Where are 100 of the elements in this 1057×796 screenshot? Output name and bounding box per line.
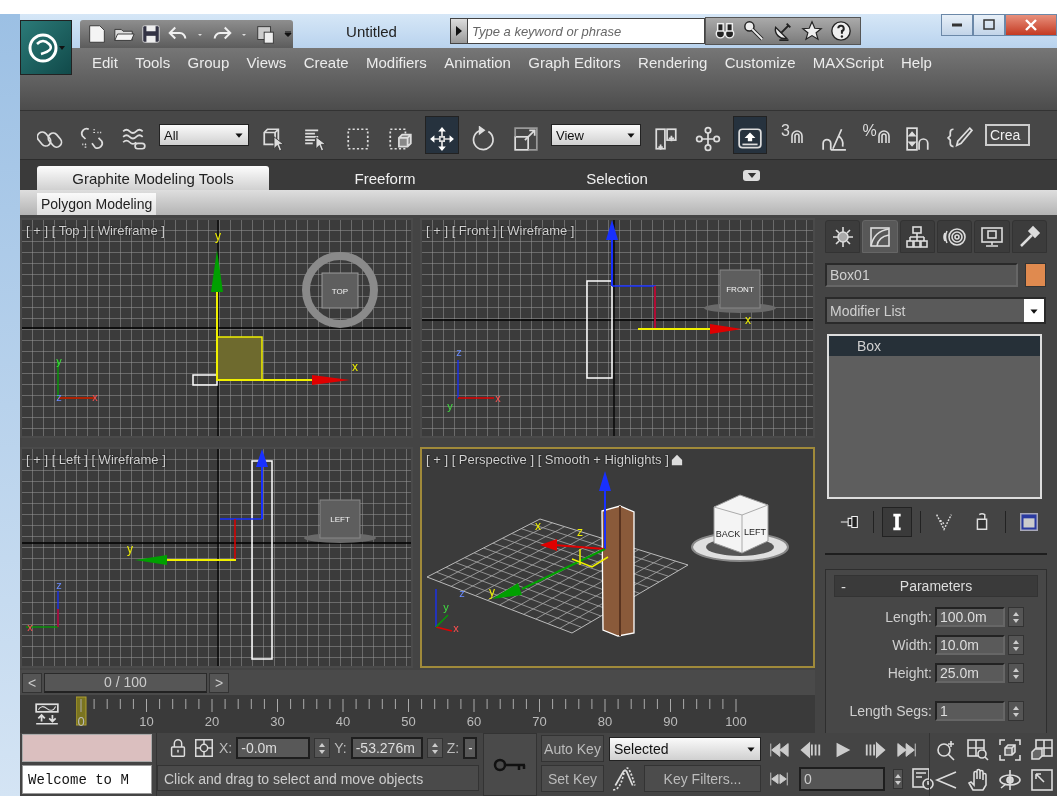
toolbar-button[interactable]: %: [859, 116, 893, 154]
spinner[interactable]: [1008, 701, 1024, 721]
auto-key-button[interactable]: Auto Key: [541, 735, 604, 762]
collapse-button[interactable]: -: [835, 577, 855, 595]
application-menu-button[interactable]: [20, 20, 72, 75]
menu-item[interactable]: Tools: [135, 54, 171, 71]
viewport-label[interactable]: [ + ] [ Perspective ] [ Smooth + Highlights ]: [426, 452, 669, 467]
viewport[interactable]: [ + ] [ Perspective ] [ Smooth + Highlights ] x z BACK LEFT z y y x: [420, 447, 815, 668]
previous-key-icon[interactable]: [799, 739, 823, 761]
name-field[interactable]: Box01: [825, 263, 1018, 287]
ribbon-tab[interactable]: Selection: [501, 166, 733, 190]
spinner[interactable]: [1008, 663, 1024, 683]
time-marker[interactable]: [76, 696, 87, 726]
viewport-label[interactable]: [ + ] [ Top ] [ Wireframe ]: [26, 223, 165, 238]
script-output-field[interactable]: Welcome to M: [22, 765, 152, 794]
key-mode-dropdown[interactable]: Selected: [609, 736, 761, 761]
help-icon[interactable]: [830, 20, 852, 42]
project-folder-icon[interactable]: [255, 23, 277, 45]
menu-item[interactable]: MAXScript: [812, 54, 884, 71]
wrench-icon[interactable]: [743, 20, 765, 42]
ribbon-options-button[interactable]: [743, 169, 760, 181]
panel-tab[interactable]: [974, 220, 1010, 253]
menu-item[interactable]: Graph Editors: [528, 54, 621, 71]
coordinate-field[interactable]: -53.276m: [350, 737, 423, 759]
panel-tab[interactable]: [825, 220, 861, 253]
menu-item[interactable]: Group: [187, 54, 230, 71]
maximize-viewport-icon[interactable]: [1030, 768, 1054, 792]
search-field[interactable]: Type a keyword or phrase: [468, 18, 705, 44]
number-field[interactable]: 1: [935, 701, 1005, 721]
viewport[interactable]: [ + ] [ Front ] [ Wireframe ] FRONT x z x y: [420, 218, 815, 438]
orbit-icon[interactable]: [998, 768, 1022, 792]
save-icon[interactable]: [140, 23, 162, 45]
binoculars-icon[interactable]: [714, 20, 736, 42]
spinner[interactable]: [1008, 607, 1024, 627]
menu-item[interactable]: Rendering: [638, 54, 708, 71]
color-swatch[interactable]: [1025, 263, 1046, 287]
field-of-view-icon[interactable]: [934, 768, 958, 792]
time-slider-thumb[interactable]: 0 / 100: [44, 672, 207, 693]
menu-item[interactable]: Create: [303, 54, 349, 71]
coordinate-field[interactable]: -: [463, 737, 478, 759]
text-field[interactable]: Crea: [985, 124, 1030, 146]
panel-tab[interactable]: [899, 220, 935, 253]
dropdown[interactable]: View: [551, 124, 641, 146]
search-options-button[interactable]: [450, 18, 468, 44]
number-field[interactable]: 100.0m: [935, 607, 1005, 627]
viewport[interactable]: [ + ] [ Top ] [ Wireframe ] y TOP y x z x: [20, 218, 413, 438]
viewport[interactable]: [ + ] [ Left ] [ Wireframe ] LEFT y z x: [20, 447, 413, 668]
axis-label: x: [745, 313, 751, 327]
menu-item[interactable]: Help: [901, 54, 932, 71]
number-field[interactable]: 10.0m: [935, 635, 1005, 655]
menu-item[interactable]: Modifiers: [366, 54, 427, 71]
zoom-extents-all-icon[interactable]: [1030, 738, 1054, 762]
toolbar-button[interactable]: [425, 116, 459, 154]
menu-item[interactable]: Customize: [724, 54, 796, 71]
zoom-all-icon[interactable]: [966, 738, 990, 762]
next-frame-button[interactable]: >: [209, 672, 229, 693]
rotate-icon: [471, 126, 497, 152]
satellite-dish-icon[interactable]: [772, 20, 794, 42]
minimize-button[interactable]: [941, 14, 973, 36]
viewport-label[interactable]: [ + ] [ Left ] [ Wireframe ]: [26, 452, 166, 467]
menu-item[interactable]: Views: [246, 54, 287, 71]
next-key-icon[interactable]: [863, 739, 887, 761]
coordinate-field[interactable]: -0.0m: [236, 737, 311, 759]
panel-tab[interactable]: Polygon Modeling: [37, 193, 157, 215]
spinner[interactable]: [893, 769, 903, 789]
coordinate-label: Y:: [334, 740, 347, 756]
curve-editor-icon[interactable]: [34, 701, 60, 727]
crosshair-icon[interactable]: [193, 737, 215, 759]
frame-field[interactable]: 0: [799, 767, 885, 791]
toolbar-button[interactable]: [733, 116, 767, 154]
time-config-icon[interactable]: [911, 767, 935, 791]
close-button[interactable]: [1005, 14, 1057, 36]
spinner[interactable]: [314, 738, 331, 758]
panel-tab[interactable]: [1011, 220, 1047, 253]
ribbon-tab[interactable]: Freeform: [269, 166, 501, 190]
panel-tab[interactable]: [937, 220, 973, 253]
set-key-button[interactable]: Set Key: [541, 765, 604, 792]
previous-frame-button[interactable]: <: [22, 672, 42, 693]
menu-item[interactable]: Animation: [444, 54, 511, 71]
new-file-icon[interactable]: [86, 23, 108, 45]
toolbar-button[interactable]: 3: [775, 116, 809, 154]
spinner[interactable]: [1008, 635, 1024, 655]
spinner[interactable]: [426, 738, 443, 758]
panel-tab[interactable]: [862, 220, 898, 253]
dropdown[interactable]: All: [159, 124, 249, 146]
script-input-field[interactable]: [22, 734, 152, 762]
number-field[interactable]: 25.0m: [935, 663, 1005, 683]
key-filters-button[interactable]: Key Filters...: [644, 765, 761, 792]
modifier-list-dropdown[interactable]: Modifier List: [825, 297, 1046, 324]
star-icon[interactable]: [801, 20, 823, 42]
ribbon-tab[interactable]: Graphite Modeling Tools: [37, 166, 269, 190]
arrows-icon: [1012, 638, 1020, 652]
home-icon[interactable]: [670, 453, 683, 466]
maximize-button[interactable]: [973, 14, 1005, 36]
pan-icon[interactable]: [966, 768, 990, 792]
zoom-extents-icon[interactable]: [998, 738, 1022, 762]
stack-item[interactable]: Box: [829, 336, 1040, 356]
menu-item[interactable]: Edit: [92, 54, 118, 71]
stack-button[interactable]: [882, 507, 912, 537]
viewport-label[interactable]: [ + ] [ Front ] [ Wireframe ]: [426, 223, 575, 238]
